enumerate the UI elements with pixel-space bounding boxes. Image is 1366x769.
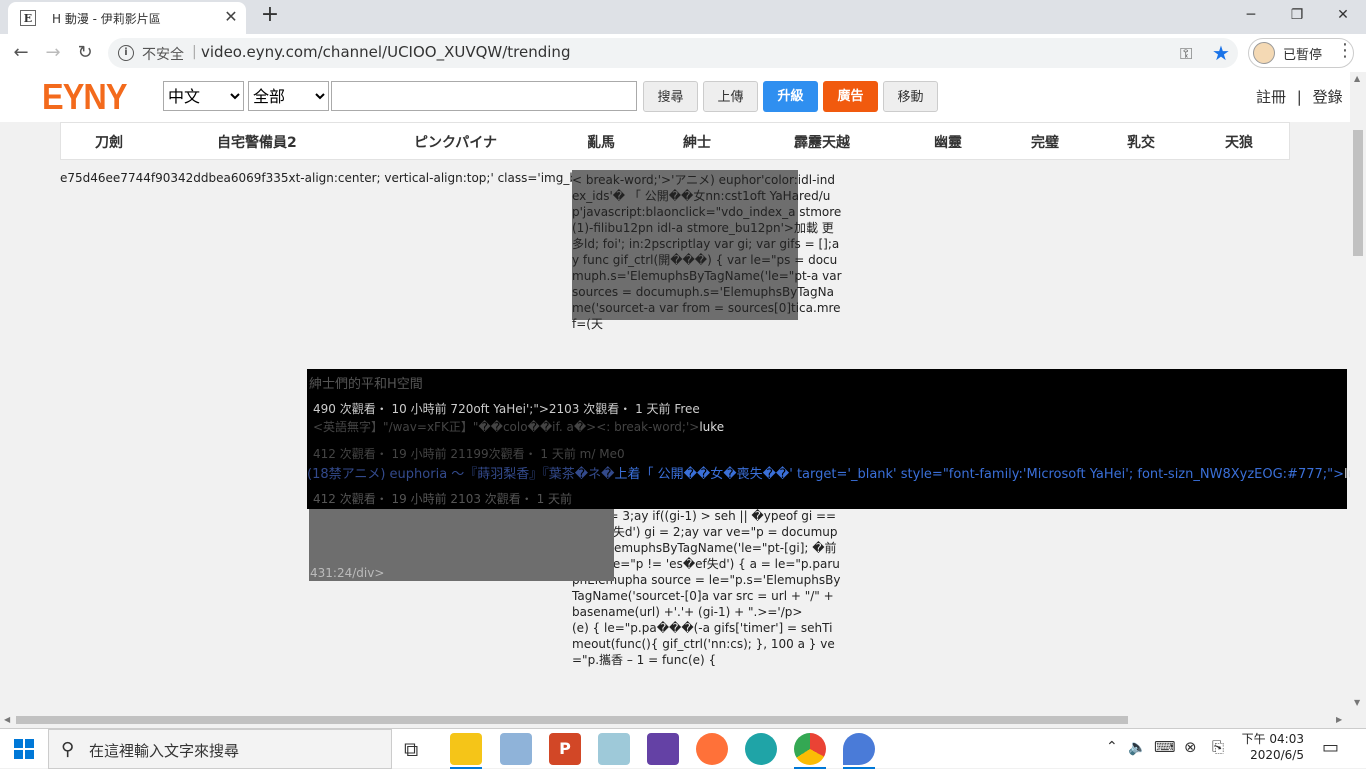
category-link[interactable]: 亂馬 <box>587 132 615 152</box>
video-title-link[interactable]: 上着「 公開��女�喪失��' target='_blank' style="f… <box>614 467 1344 482</box>
eyny-logo[interactable]: EYNY <box>42 76 128 118</box>
new-tab-plus-icon[interactable]: + <box>258 4 282 28</box>
reload-icon[interactable]: ↻ <box>72 40 98 66</box>
powerpoint-icon[interactable]: P <box>549 733 581 765</box>
vertical-scrollbar[interactable]: ▲ ▼ <box>1350 72 1366 712</box>
close-window-button[interactable]: ✕ <box>1320 0 1366 30</box>
video-stats: 490 次觀看・ 10 小時前 720oft YaHei';">2103 次觀看… <box>313 402 700 416</box>
clock-time: 下午 04:03 <box>1241 732 1304 746</box>
video-title-dim[interactable]: (18禁アニメ) euphoria ～『蒔羽梨香』『葉茶�ネ� <box>307 467 614 482</box>
category-link[interactable]: 幽靈 <box>934 132 962 152</box>
taskbar-search-box[interactable]: ⚲ 在這裡輸入文字來搜尋 <box>48 729 392 769</box>
volume-icon[interactable]: 🔈 <box>1128 738 1147 756</box>
category-link[interactable]: 紳士 <box>683 132 711 152</box>
omnibox-separator: | <box>192 44 197 60</box>
site-info-icon[interactable]: i <box>118 45 134 61</box>
search-button[interactable]: 搜尋 <box>643 81 698 112</box>
chrome-icon[interactable] <box>794 733 826 769</box>
control-panel-icon[interactable] <box>500 733 532 765</box>
bookmark-star-icon[interactable]: ★ <box>1212 41 1230 65</box>
edge-icon[interactable] <box>745 733 777 765</box>
restore-window-button[interactable]: ❐ <box>1274 0 1320 30</box>
task-view-icon[interactable]: ⧉ <box>404 737 418 761</box>
firefox-dev-icon[interactable] <box>843 733 875 769</box>
video-link-broken[interactable]: <英語無字】"/wav=xFK正】"��colo��if. a�><: brea… <box>313 420 699 434</box>
avatar <box>1253 42 1275 64</box>
account-divider: | <box>1296 88 1302 106</box>
clock-date: 2020/6/5 <box>1250 748 1304 762</box>
register-link[interactable]: 註冊 <box>1256 88 1286 106</box>
vertical-scroll-thumb[interactable] <box>1353 130 1363 256</box>
code-block: (e) { le="p.pa���(-a gifs['timer'] = seh… <box>572 621 835 667</box>
video-info-overlay: 紳士們的平和H空間 490 次觀看・ 10 小時前 720oft YaHei';… <box>307 369 1350 509</box>
tab-close-icon[interactable]: ✕ <box>220 6 242 28</box>
tab-strip: E H 動漫 - 伊莉影片區 ✕ + ─ ❐ ✕ <box>0 0 1366 34</box>
upload-button[interactable]: 上傳 <box>703 81 758 112</box>
browser-tab[interactable]: E H 動漫 - 伊莉影片區 ✕ <box>8 2 246 34</box>
uploader-name[interactable]: luke <box>699 420 724 434</box>
minimize-window-button[interactable]: ─ <box>1228 0 1274 30</box>
category-link[interactable]: 乳交 <box>1127 132 1155 152</box>
firefox-icon[interactable] <box>696 733 728 765</box>
notes-app-icon[interactable] <box>598 733 630 765</box>
upgrade-button[interactable]: 升級 <box>763 81 818 112</box>
ime-icon[interactable]: ⎘ <box>1212 738 1224 756</box>
tab-title: H 動漫 - 伊莉影片區 <box>52 12 161 26</box>
category-link[interactable]: 完璧 <box>1031 132 1059 152</box>
video-stats: 412 次觀看・ 19 小時前 2103 次觀看・ 1 天前 <box>313 492 573 506</box>
security-label: 不安全 <box>142 47 184 63</box>
category-link[interactable]: ピンクパイナ <box>414 132 497 152</box>
video-stats: 412 次觀看・ 19 小時前 21199次觀看・ 1 天前 m/ Me0 <box>313 447 625 461</box>
web-page: EYNY 中文 全部 搜尋 上傳 升級 廣告 移動 註冊 | 登錄 刀劍 自宅警… <box>0 72 1350 712</box>
category-link[interactable]: 天狼 <box>1225 132 1253 152</box>
key-icon[interactable]: ⚿ <box>1180 44 1192 64</box>
category-link[interactable]: 自宅警備員2 <box>217 132 297 152</box>
login-link[interactable]: 登錄 <box>1313 88 1343 106</box>
notifications-icon[interactable]: ▭ <box>1322 737 1339 758</box>
video-link-row: (18禁アニメ) euphoria ～『蒔羽梨香』『葉茶�ネ�上着「 公開��女… <box>307 463 1350 482</box>
broken-markup-text: e75d46ee7744f90342ddbea6069f335xt-align:… <box>60 171 609 185</box>
scroll-left-icon[interactable]: ◀ <box>4 715 10 724</box>
network-off-icon[interactable]: ⊗ <box>1184 738 1197 756</box>
site-header: EYNY 中文 全部 搜尋 上傳 升級 廣告 移動 註冊 | 登錄 <box>0 72 1350 122</box>
category-select[interactable]: 全部 <box>248 81 329 111</box>
windows-start-icon[interactable] <box>14 739 34 759</box>
keyboard-icon[interactable]: ⌨ <box>1154 738 1176 756</box>
horizontal-scroll-thumb[interactable] <box>16 716 1128 724</box>
forward-arrow-icon[interactable]: → <box>40 40 66 66</box>
back-arrow-icon[interactable]: ← <box>8 40 34 66</box>
code-block: < break-word;'>'アニメ) euphor'color:idl-in… <box>572 173 846 331</box>
eyny-favicon-icon: E <box>20 10 36 26</box>
broken-footer-text: 431:24/div> <box>310 566 385 580</box>
taskbar-search-placeholder: 在這裡輸入文字來搜尋 <box>89 742 240 760</box>
omnibox[interactable]: i 不安全 | video.eyny.com/channel/UCIOO_XUV… <box>108 38 1238 68</box>
video-link-row: <英語無字】"/wav=xFK正】"��colo��if. a�><: brea… <box>313 418 724 435</box>
twitch-icon[interactable] <box>647 733 679 765</box>
url-text[interactable]: video.eyny.com/channel/UCIOO_XUVQW/trend… <box>201 43 570 61</box>
ads-button[interactable]: 廣告 <box>823 81 878 112</box>
scroll-right-icon[interactable]: ▶ <box>1336 715 1342 724</box>
scroll-down-icon[interactable]: ▼ <box>1354 698 1360 707</box>
file-explorer-icon[interactable] <box>450 733 482 769</box>
search-icon: ⚲ <box>61 739 75 760</box>
scroll-up-icon[interactable]: ▲ <box>1354 74 1360 83</box>
windows-taskbar: ⚲ 在這裡輸入文字來搜尋 ⧉ P ⌃ 🔈 ⌨ ⊗ ⎘ 下午 04:03 2020… <box>0 728 1366 769</box>
account-links: 註冊 | 登錄 <box>1256 86 1343 107</box>
category-link[interactable]: 刀劍 <box>95 132 123 152</box>
browser-menu-icon[interactable]: ⋮ <box>1336 40 1354 61</box>
tray-chevron-up-icon[interactable]: ⌃ <box>1106 739 1118 755</box>
category-link[interactable]: 霹靂天越 <box>794 132 850 152</box>
profile-status-label: 已暫停 <box>1283 48 1323 63</box>
language-select[interactable]: 中文 <box>163 81 244 111</box>
clock[interactable]: 下午 04:03 2020/6/5 <box>1240 731 1304 763</box>
category-bar: 刀劍 自宅警備員2 ピンクパイナ 亂馬 紳士 霹靂天越 幽靈 完璧 乳交 天狼 <box>60 122 1290 160</box>
overlay-title: 紳士們的平和H空間 <box>309 377 423 392</box>
mobile-button[interactable]: 移動 <box>883 81 938 112</box>
address-toolbar: ← → ↻ i 不安全 | video.eyny.com/channel/UCI… <box>0 34 1366 73</box>
search-input[interactable] <box>331 81 637 111</box>
horizontal-scrollbar[interactable]: ◀ ▶ <box>0 712 1350 728</box>
